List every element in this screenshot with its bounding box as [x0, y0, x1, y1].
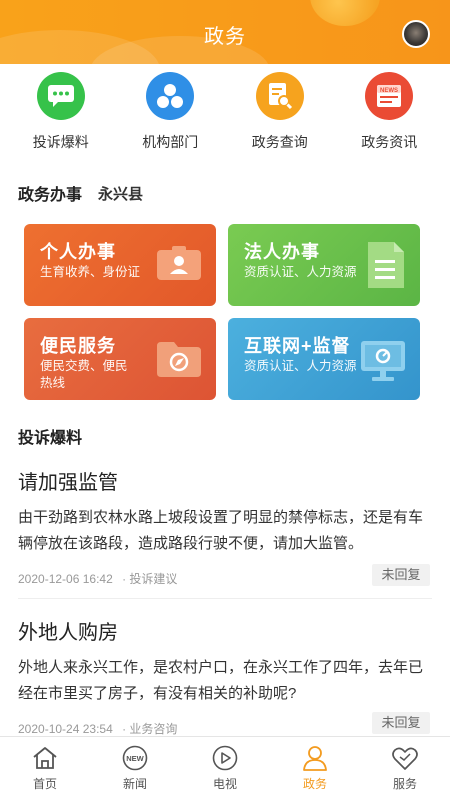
post-category: · 投诉建议 [122, 572, 178, 586]
quick-item-complaint[interactable]: 投诉爆料 [11, 72, 111, 158]
card-personal-affairs[interactable]: 个人办事 生育收养、身份证 [24, 224, 216, 306]
post-body: 由干劲路到农林水路上坡段设置了明显的禁停标志，还是有车辆停放在该路段，造成路段行… [18, 509, 424, 552]
nav-item-tv[interactable]: 电视 [180, 737, 270, 800]
post-date: 2020-10-24 23:54 [18, 722, 113, 736]
folder-icon [156, 340, 202, 383]
nav-label: 政务 [302, 777, 327, 791]
quick-label: 政务资讯 [361, 134, 418, 150]
nav-item-affairs[interactable]: 政务 [270, 737, 360, 800]
post-title: 请加强监管 [18, 472, 118, 494]
person-icon [303, 746, 327, 771]
quick-label: 投诉爆料 [32, 134, 89, 150]
card-desc: 生育收养、身份证 [40, 265, 141, 279]
document-icon [366, 240, 406, 295]
page-title: 政务 [204, 26, 246, 48]
quick-item-query[interactable]: 政务查询 [230, 72, 330, 158]
top-header: 政务 [0, 0, 450, 64]
card-title: 互联网+监督 [244, 336, 351, 356]
card-title: 法人办事 [244, 242, 320, 262]
chat-bubble-icon [36, 72, 85, 120]
list-item[interactable]: 请加强监管 由干劲路到农林水路上坡段设置了明显的禁停标志，还是有车辆停放在该路段… [18, 466, 432, 590]
nav-item-news[interactable]: NEW 新闻 [90, 737, 180, 800]
card-desc: 便民交费、便民热线 [40, 359, 128, 390]
card-desc: 资质认证、人力资源 [244, 265, 357, 279]
card-internet-supervision[interactable]: 互联网+监督 资质认证、人力资源 [228, 318, 420, 400]
nav-label: 首页 [32, 777, 57, 791]
nav-item-service[interactable]: 服务 [360, 737, 450, 800]
post-title: 外地人购房 [18, 622, 118, 644]
nav-label: 新闻 [122, 777, 147, 791]
quick-label: 机构部门 [142, 134, 199, 150]
status-badge: 未回复 [372, 712, 430, 734]
card-title: 个人办事 [40, 242, 116, 262]
post-body: 外地人来永兴工作，是农村户口，在永兴工作了四年，去年已经在市里买了房子，有没有相… [18, 659, 424, 702]
post-meta: 2020-10-24 23:54 · 业务咨询 [18, 720, 177, 737]
heart-icon [392, 747, 418, 770]
quick-item-org[interactable]: 机构部门 [120, 72, 220, 158]
card-legal-affairs[interactable]: 法人办事 资质认证、人力资源 [228, 224, 420, 306]
id-card-icon [156, 246, 202, 287]
county-selector[interactable]: 永兴县 [98, 183, 143, 204]
org-circles-icon [146, 72, 195, 120]
post-date: 2020-12-06 16:42 [18, 572, 113, 586]
card-desc: 资质认证、人力资源 [244, 359, 357, 373]
card-title: 便民服务 [40, 336, 116, 356]
bottom-nav: 首页 NEW 新闻 电视 政务 服务 [0, 736, 450, 800]
nav-label: 服务 [392, 777, 417, 791]
divider [18, 598, 432, 599]
nav-item-home[interactable]: 首页 [0, 737, 90, 800]
section-title-complaints: 投诉爆料 [18, 430, 83, 447]
news-badge-text: NEW [126, 754, 144, 763]
avatar[interactable] [402, 20, 430, 48]
svg-text:NEWS: NEWS [380, 88, 398, 94]
status-badge: 未回复 [372, 564, 430, 586]
monitor-icon [360, 340, 406, 387]
list-item[interactable]: 外地人购房 外地人来永兴工作，是农村户口，在永兴工作了四年，去年已经在市里买了房… [18, 616, 432, 736]
post-category: · 业务咨询 [122, 722, 178, 736]
section-title-affairs: 政务办事 [18, 187, 83, 204]
news-badge-icon: NEW [122, 745, 148, 771]
home-icon [33, 747, 57, 769]
post-meta: 2020-12-06 16:42 · 投诉建议 [18, 570, 177, 587]
quick-item-news[interactable]: NEWS 政务资讯 [339, 72, 439, 158]
quick-entries: 投诉爆料 机构部门 政务查询 NEWS 政务资讯 [0, 72, 450, 158]
nav-label: 电视 [212, 777, 237, 791]
play-icon [212, 745, 238, 771]
news-icon: NEWS [365, 72, 414, 120]
quick-label: 政务查询 [251, 134, 308, 150]
document-search-icon [255, 72, 304, 120]
card-convenience-service[interactable]: 便民服务 便民交费、便民热线 [24, 318, 216, 400]
